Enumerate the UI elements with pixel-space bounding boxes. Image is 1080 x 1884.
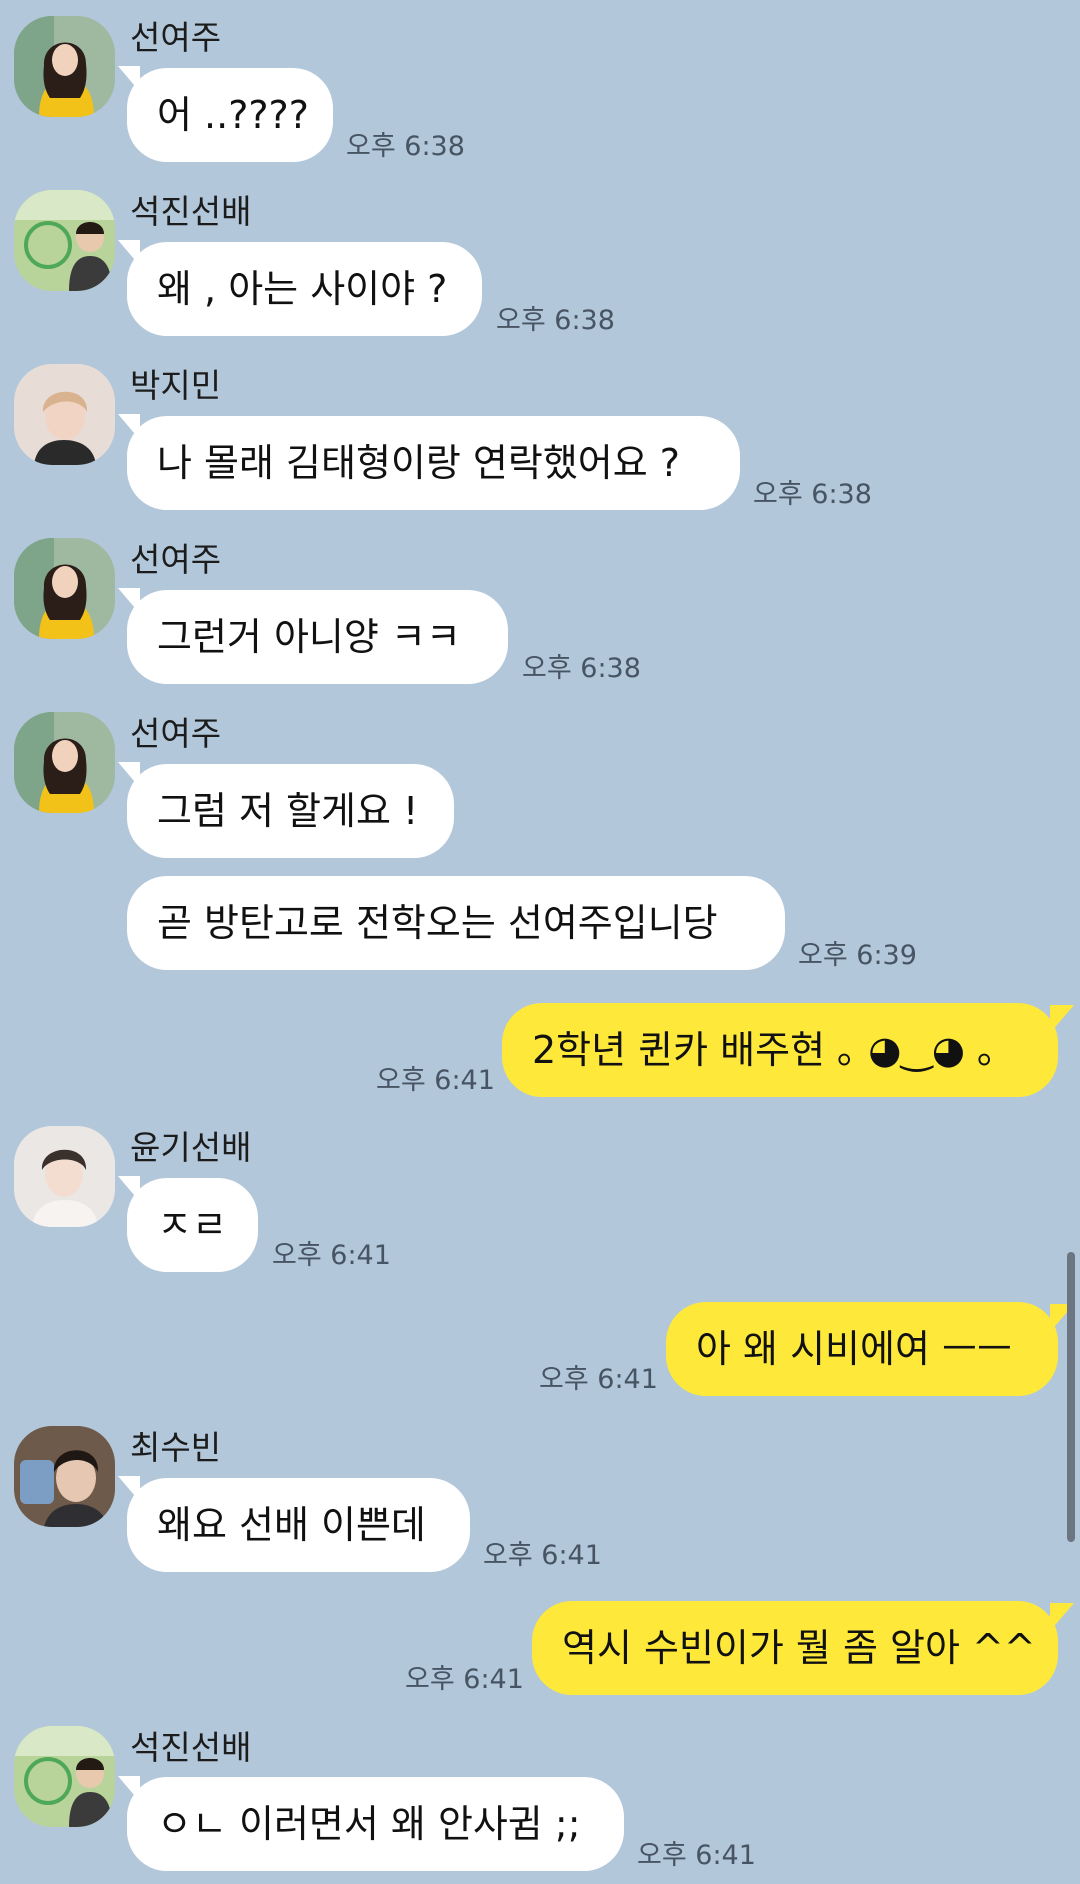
- message-time: 오후 6:41: [405, 1664, 524, 1695]
- message-bubble[interactable]: 그럼 저 할게요 !: [127, 764, 454, 858]
- chat-screen: 선여주 어 ..???? 오후 6:38 석진선배 왜 , 아는 사이야 ? 오…: [0, 0, 1080, 1884]
- sender-name: 윤기선배: [130, 1128, 252, 1167]
- message-time: 오후 6:38: [346, 131, 465, 162]
- message-time: 오후 6:41: [539, 1364, 658, 1395]
- message-bubble[interactable]: ㅈㄹ: [127, 1178, 258, 1272]
- message-bubble[interactable]: 아 왜 시비에여 ㅡㅡ: [666, 1302, 1058, 1396]
- message-time: 오후 6:39: [798, 940, 917, 971]
- message-time: 오후 6:38: [522, 653, 641, 684]
- soobin-avatar[interactable]: [14, 1426, 115, 1527]
- sender-name: 최수빈: [130, 1428, 222, 1467]
- message-bubble[interactable]: ㅇㄴ 이러면서 왜 안사귐 ;;: [127, 1777, 624, 1871]
- sender-name: 석진선배: [130, 1728, 252, 1767]
- sender-name: 석진선배: [130, 192, 252, 231]
- message-time: 오후 6:41: [272, 1240, 391, 1271]
- message-time: 오후 6:38: [753, 479, 872, 510]
- message-time: 오후 6:41: [483, 1540, 602, 1571]
- message-bubble[interactable]: 그런거 아니양 ㅋㅋ: [127, 590, 508, 684]
- sun-yeoju-avatar[interactable]: [14, 16, 115, 117]
- sender-name: 박지민: [130, 366, 222, 405]
- message-time: 오후 6:41: [637, 1840, 756, 1871]
- message-bubble[interactable]: 나 몰래 김태형이랑 연락했어요 ?: [127, 416, 740, 510]
- seokjin-avatar[interactable]: [14, 1726, 115, 1827]
- message-bubble[interactable]: 역시 수빈이가 뭘 좀 알아 ^^: [532, 1601, 1058, 1695]
- scrollbar-thumb[interactable]: [1067, 1252, 1075, 1542]
- yoongi-avatar[interactable]: [14, 1126, 115, 1227]
- message-time: 오후 6:41: [376, 1065, 495, 1096]
- seokjin-avatar[interactable]: [14, 190, 115, 291]
- message-bubble[interactable]: 곧 방탄고로 전학오는 선여주입니당: [127, 876, 785, 970]
- sun-yeoju-avatar[interactable]: [14, 538, 115, 639]
- message-time: 오후 6:38: [496, 305, 615, 336]
- sender-name: 선여주: [130, 714, 222, 753]
- message-bubble[interactable]: 2학년 퀸카 배주현 ｡ ◕‿◕ ｡: [502, 1003, 1058, 1097]
- sender-name: 선여주: [130, 540, 222, 579]
- sender-name: 선여주: [130, 18, 222, 57]
- message-bubble[interactable]: 왜 , 아는 사이야 ?: [127, 242, 482, 336]
- jimin-avatar[interactable]: [14, 364, 115, 465]
- message-bubble[interactable]: 어 ..????: [127, 68, 333, 162]
- message-bubble[interactable]: 왜요 선배 이쁜데: [127, 1478, 470, 1572]
- sun-yeoju-avatar[interactable]: [14, 712, 115, 813]
